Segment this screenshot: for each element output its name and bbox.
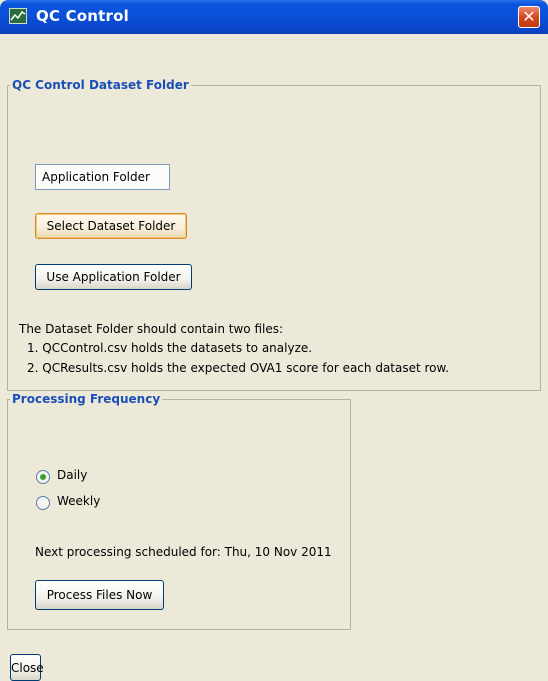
use-application-folder-button[interactable]: Use Application Folder: [35, 264, 192, 290]
process-files-now-button[interactable]: Process Files Now: [35, 580, 164, 610]
next-processing-text: Next processing scheduled for: Thu, 10 N…: [35, 545, 332, 559]
weekly-radio[interactable]: [36, 496, 50, 510]
select-dataset-folder-button[interactable]: Select Dataset Folder: [35, 213, 187, 239]
info-line-1: The Dataset Folder should contain two fi…: [19, 322, 284, 336]
title-bar[interactable]: QC Control ✕: [0, 0, 548, 34]
window-title: QC Control: [36, 7, 129, 25]
weekly-label[interactable]: Weekly: [57, 494, 100, 508]
close-button[interactable]: Close: [10, 654, 44, 681]
info-line-2: 1. QCControl.csv holds the datasets to a…: [27, 341, 313, 355]
info-line-3: 2. QCResults.csv holds the expected OVA1…: [27, 361, 450, 375]
processing-frequency-legend: Processing Frequency: [12, 392, 161, 406]
window-body: QC Control Dataset Folder Application Fo…: [0, 34, 548, 681]
close-icon[interactable]: ✕: [518, 6, 540, 28]
chart-app-icon: [9, 8, 27, 24]
current-folder-field: Application Folder: [35, 164, 170, 190]
daily-label[interactable]: Daily: [57, 468, 87, 482]
dataset-folder-legend: QC Control Dataset Folder: [12, 78, 189, 92]
daily-radio[interactable]: [36, 470, 50, 484]
